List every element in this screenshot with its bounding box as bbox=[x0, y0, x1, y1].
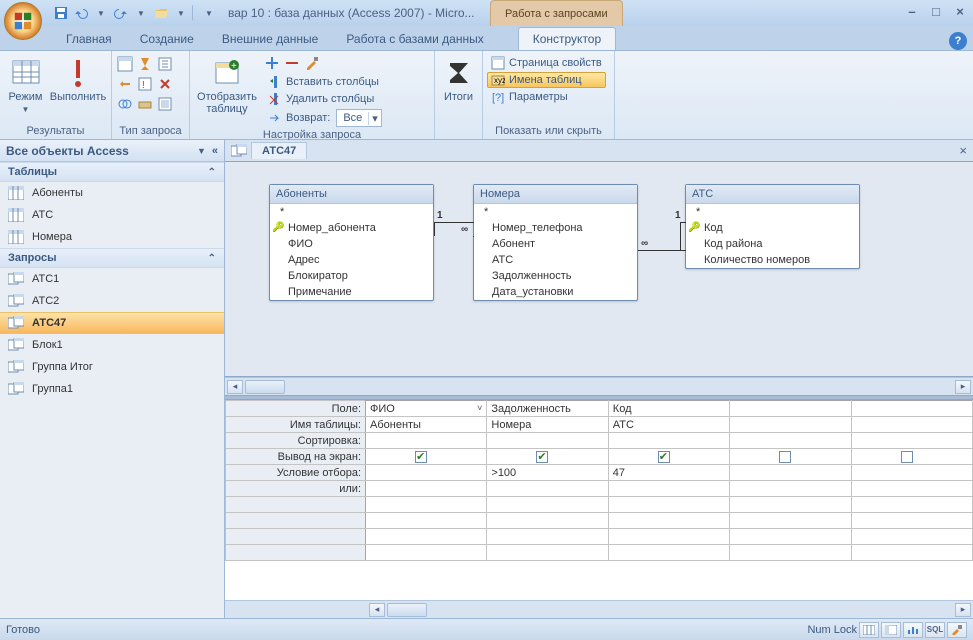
show-checkbox[interactable] bbox=[901, 451, 913, 463]
show-checkbox[interactable] bbox=[779, 451, 791, 463]
view-sql-button[interactable]: SQL bbox=[925, 622, 945, 638]
quick-access-toolbar: ▼ ▼ ▼ ▼ bbox=[52, 4, 218, 22]
help-button[interactable]: ? bbox=[949, 32, 967, 50]
svg-text:!: ! bbox=[142, 80, 145, 91]
show-checkbox[interactable] bbox=[536, 451, 548, 463]
canvas-hscroll[interactable]: ◂▸ bbox=[225, 377, 973, 395]
return-combo[interactable]: Возврат: Все▾ bbox=[264, 108, 386, 128]
document-tab[interactable]: АТС47 bbox=[251, 142, 307, 159]
svg-text:xyz: xyz bbox=[494, 76, 505, 85]
view-chart-button[interactable] bbox=[903, 622, 923, 638]
property-sheet-button[interactable]: Страница свойств bbox=[487, 55, 606, 71]
query-type-icons[interactable]: ! bbox=[116, 55, 174, 113]
numlock-indicator: Num Lock bbox=[807, 624, 857, 636]
maximize-button[interactable]: □ bbox=[927, 2, 945, 20]
ribbon-tabs: Главная Создание Внешние данные Работа с… bbox=[0, 26, 973, 50]
undo-icon[interactable] bbox=[72, 4, 90, 22]
view-datasheet-button[interactable] bbox=[859, 622, 879, 638]
table-box-ats[interactable]: АТС * Код Код района Количество номеров bbox=[685, 184, 860, 269]
close-button[interactable]: × bbox=[951, 2, 969, 20]
nav-query-item[interactable]: Блок1 bbox=[0, 334, 224, 356]
nav-table-item[interactable]: Абоненты bbox=[0, 182, 224, 204]
table-names-button[interactable]: xyzИмена таблиц bbox=[487, 72, 606, 88]
view-pivot-button[interactable] bbox=[881, 622, 901, 638]
contextual-tab-group: Работа с запросами bbox=[490, 0, 623, 26]
nav-header[interactable]: Все объекты Access▼« bbox=[0, 140, 224, 162]
svg-text:[?]: [?] bbox=[492, 92, 504, 104]
nav-table-item[interactable]: АТС bbox=[0, 204, 224, 226]
window-title: вар 10 : база данных (Access 2007) - Mic… bbox=[228, 6, 475, 20]
nav-group-tables[interactable]: Таблицы⌃ bbox=[0, 162, 224, 182]
ribbon: Режим ▼ Выполнить Результаты ! Тип запро… bbox=[0, 50, 973, 140]
tab-home[interactable]: Главная bbox=[52, 28, 126, 50]
qbe-grid[interactable]: Поле: ФИО˅ Задолженность Код Имя таблицы… bbox=[225, 400, 973, 600]
insert-rows-icon[interactable] bbox=[264, 55, 282, 73]
query-design-canvas[interactable]: Абоненты * Номер_абонента ФИО Адрес Блок… bbox=[225, 162, 973, 377]
grid-hscroll[interactable]: ◂▸ bbox=[225, 600, 973, 618]
relation-line bbox=[434, 222, 474, 223]
builder-icon[interactable] bbox=[304, 55, 322, 73]
status-bar: Готово Num Lock SQL bbox=[0, 618, 973, 640]
title-bar: ▼ ▼ ▼ ▼ вар 10 : база данных (Access 200… bbox=[0, 0, 973, 26]
tab-design[interactable]: Конструктор bbox=[518, 27, 616, 50]
nav-query-item[interactable]: АТС2 bbox=[0, 290, 224, 312]
query-icon bbox=[231, 144, 247, 158]
save-icon[interactable] bbox=[52, 4, 70, 22]
view-button[interactable]: Режим ▼ bbox=[4, 55, 47, 114]
svg-text:+: + bbox=[231, 61, 237, 72]
office-button[interactable] bbox=[4, 2, 42, 40]
status-text: Готово bbox=[6, 624, 40, 636]
nav-table-item[interactable]: Номера bbox=[0, 226, 224, 248]
delete-rows-icon[interactable] bbox=[284, 55, 302, 73]
table-box-nomera[interactable]: Номера * Номер_телефона Абонент АТС Задо… bbox=[473, 184, 638, 301]
nav-query-item[interactable]: Группа1 bbox=[0, 378, 224, 400]
tab-create[interactable]: Создание bbox=[126, 28, 208, 50]
navigation-pane: Все объекты Access▼« Таблицы⌃ Абоненты А… bbox=[0, 140, 225, 618]
show-table-button[interactable]: + Отобразить таблицу bbox=[194, 55, 260, 115]
relation-line bbox=[638, 250, 686, 251]
nav-group-queries[interactable]: Запросы⌃ bbox=[0, 248, 224, 268]
open-icon[interactable] bbox=[152, 4, 170, 22]
show-checkbox[interactable] bbox=[415, 451, 427, 463]
nav-query-item[interactable]: Группа Итог bbox=[0, 356, 224, 378]
nav-query-item-selected[interactable]: АТС47 bbox=[0, 312, 224, 334]
view-design-button[interactable] bbox=[947, 622, 967, 638]
delete-columns-button[interactable]: Удалить столбцы bbox=[264, 91, 386, 107]
tab-dbtools[interactable]: Работа с базами данных bbox=[332, 28, 497, 50]
parameters-button[interactable]: [?]Параметры bbox=[487, 89, 606, 105]
nav-query-item[interactable]: АТС1 bbox=[0, 268, 224, 290]
tab-external[interactable]: Внешние данные bbox=[208, 28, 333, 50]
totals-button[interactable]: Итоги bbox=[439, 55, 478, 103]
table-box-abonenty[interactable]: Абоненты * Номер_абонента ФИО Адрес Блок… bbox=[269, 184, 434, 301]
doc-close-button[interactable]: × bbox=[959, 143, 967, 158]
run-button[interactable]: Выполнить bbox=[49, 55, 107, 103]
redo-icon[interactable] bbox=[112, 4, 130, 22]
minimize-button[interactable]: – bbox=[903, 2, 921, 20]
show-checkbox[interactable] bbox=[658, 451, 670, 463]
insert-columns-button[interactable]: Вставить столбцы bbox=[264, 74, 386, 90]
document-tab-bar: АТС47 × bbox=[225, 140, 973, 162]
